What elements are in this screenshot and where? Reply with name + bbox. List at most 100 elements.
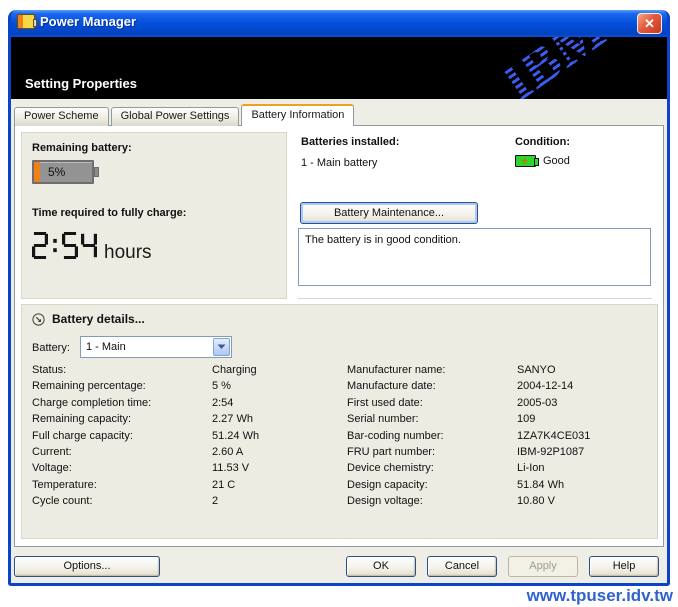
detail-row: Serial number:109 [347, 411, 652, 427]
condition-message-box: The battery is in good condition. [298, 228, 651, 286]
chevron-down-icon [217, 344, 226, 350]
detail-row: Charge completion time:2:54 [32, 395, 337, 411]
battery-select-label: Battery: [32, 342, 70, 354]
detail-label: Current: [32, 444, 212, 460]
details-right-column: Manufacturer name:SANYOManufacture date:… [347, 362, 652, 510]
details-left-column: Status:ChargingRemaining percentage:5 %C… [32, 362, 337, 510]
battery-nub [94, 167, 99, 177]
detail-label: Device chemistry: [347, 460, 517, 476]
battery-fill [34, 162, 40, 182]
detail-value: 5 % [212, 378, 231, 394]
detail-value: SANYO [517, 362, 556, 378]
battery-details-panel: Battery details... Battery: 1 - Main Sta… [21, 304, 658, 539]
detail-row: Manufacturer name:SANYO [347, 362, 652, 378]
tab-power-scheme[interactable]: Power Scheme [14, 107, 109, 126]
detail-row: Voltage:11.53 V [32, 460, 337, 476]
page-title: Setting Properties [25, 76, 137, 91]
watermark: www.tpuser.idv.tw [527, 586, 673, 606]
detail-label: Remaining percentage: [32, 378, 212, 394]
detail-row: Status:Charging [32, 362, 337, 378]
charge-time-label: Time required to fully charge: [32, 207, 186, 219]
remaining-battery-label: Remaining battery: [32, 142, 132, 154]
section-divider [298, 298, 652, 299]
detail-label: Charge completion time: [32, 395, 212, 411]
detail-value: 51.84 Wh [517, 477, 564, 493]
condition-value: Good [543, 155, 570, 167]
tab-battery-information[interactable]: Battery Information [241, 104, 354, 126]
detail-label: Status: [32, 362, 212, 378]
battery-information-page: Remaining battery: 5% Time required to f… [14, 125, 664, 547]
detail-label: Full charge capacity: [32, 428, 212, 444]
window-title: Power Manager [40, 14, 136, 29]
detail-label: Cycle count: [32, 493, 212, 509]
screenshot-stage: Power Manager ✕ Setting Properties IBM P… [0, 0, 678, 607]
detail-label: Manufacture date: [347, 378, 517, 394]
detail-value: 51.24 Wh [212, 428, 259, 444]
batteries-installed-value: 1 - Main battery [301, 157, 377, 169]
lcd-time [32, 232, 100, 264]
detail-row: First used date:2005-03 [347, 395, 652, 411]
detail-row: Current:2.60 A [32, 444, 337, 460]
ok-button[interactable]: OK [346, 556, 416, 577]
detail-value: 2.60 A [212, 444, 243, 460]
close-icon: ✕ [644, 17, 655, 30]
detail-value: 109 [517, 411, 535, 427]
close-button[interactable]: ✕ [637, 13, 662, 34]
condition-label: Condition: [515, 136, 570, 148]
detail-row: Design voltage:10.80 V [347, 493, 652, 509]
power-manager-window: Power Manager ✕ Setting Properties IBM P… [8, 10, 670, 586]
details-title: Battery details... [52, 312, 145, 326]
tab-bar: Power Scheme Global Power Settings Batte… [14, 104, 356, 126]
detail-row: Design capacity:51.84 Wh [347, 477, 652, 493]
batteries-installed-label: Batteries installed: [301, 136, 399, 148]
details-arrow-icon [32, 313, 45, 326]
detail-value: 2005-03 [517, 395, 557, 411]
lcd-unit: hours [104, 243, 152, 264]
detail-row: Temperature:21 C [32, 477, 337, 493]
detail-row: Manufacture date:2004-12-14 [347, 378, 652, 394]
detail-value: 2.27 Wh [212, 411, 253, 427]
apply-button[interactable]: Apply [508, 556, 578, 577]
detail-value: 2 [212, 493, 218, 509]
battery-select-value: 1 - Main [86, 341, 126, 353]
detail-label: Remaining capacity: [32, 411, 212, 427]
dialog-body: Power Scheme Global Power Settings Batte… [11, 99, 667, 583]
detail-label: Design capacity: [347, 477, 517, 493]
detail-row: Full charge capacity:51.24 Wh [32, 428, 337, 444]
condition-battery-icon [515, 155, 536, 167]
detail-value: 2:54 [212, 395, 233, 411]
detail-label: Design voltage: [347, 493, 517, 509]
battery-level-icon: 5% [32, 160, 94, 184]
detail-value: 11.53 V [212, 460, 249, 476]
header-banner: Setting Properties IBM [11, 37, 667, 99]
ibm-logo: IBM [493, 37, 615, 99]
remaining-battery-panel: Remaining battery: 5% Time required to f… [21, 132, 287, 299]
detail-row: Remaining percentage:5 % [32, 378, 337, 394]
tab-global-power-settings[interactable]: Global Power Settings [111, 107, 240, 126]
detail-value: 10.80 V [517, 493, 555, 509]
app-battery-icon [17, 14, 35, 29]
detail-row: Remaining capacity:2.27 Wh [32, 411, 337, 427]
combo-drop-button[interactable] [213, 338, 230, 356]
detail-value: IBM-92P1087 [517, 444, 584, 460]
help-button[interactable]: Help [589, 556, 659, 577]
titlebar[interactable]: Power Manager ✕ [11, 10, 667, 37]
options-button[interactable]: Options... [14, 556, 160, 577]
detail-value: 1ZA7K4CE031 [517, 428, 590, 444]
battery-select[interactable]: 1 - Main [80, 336, 232, 358]
detail-label: Temperature: [32, 477, 212, 493]
detail-row: Device chemistry:Li-Ion [347, 460, 652, 476]
detail-row: Bar-coding number:1ZA7K4CE031 [347, 428, 652, 444]
battery-maintenance-button[interactable]: Battery Maintenance... [300, 202, 478, 224]
detail-value: Li-Ion [517, 460, 545, 476]
detail-label: Manufacturer name: [347, 362, 517, 378]
detail-label: FRU part number: [347, 444, 517, 460]
detail-row: Cycle count:2 [32, 493, 337, 509]
detail-label: Bar-coding number: [347, 428, 517, 444]
cancel-button[interactable]: Cancel [427, 556, 497, 577]
battery-percent: 5% [48, 165, 65, 179]
detail-value: 21 C [212, 477, 235, 493]
detail-label: Serial number: [347, 411, 517, 427]
detail-label: First used date: [347, 395, 517, 411]
detail-value: Charging [212, 362, 257, 378]
